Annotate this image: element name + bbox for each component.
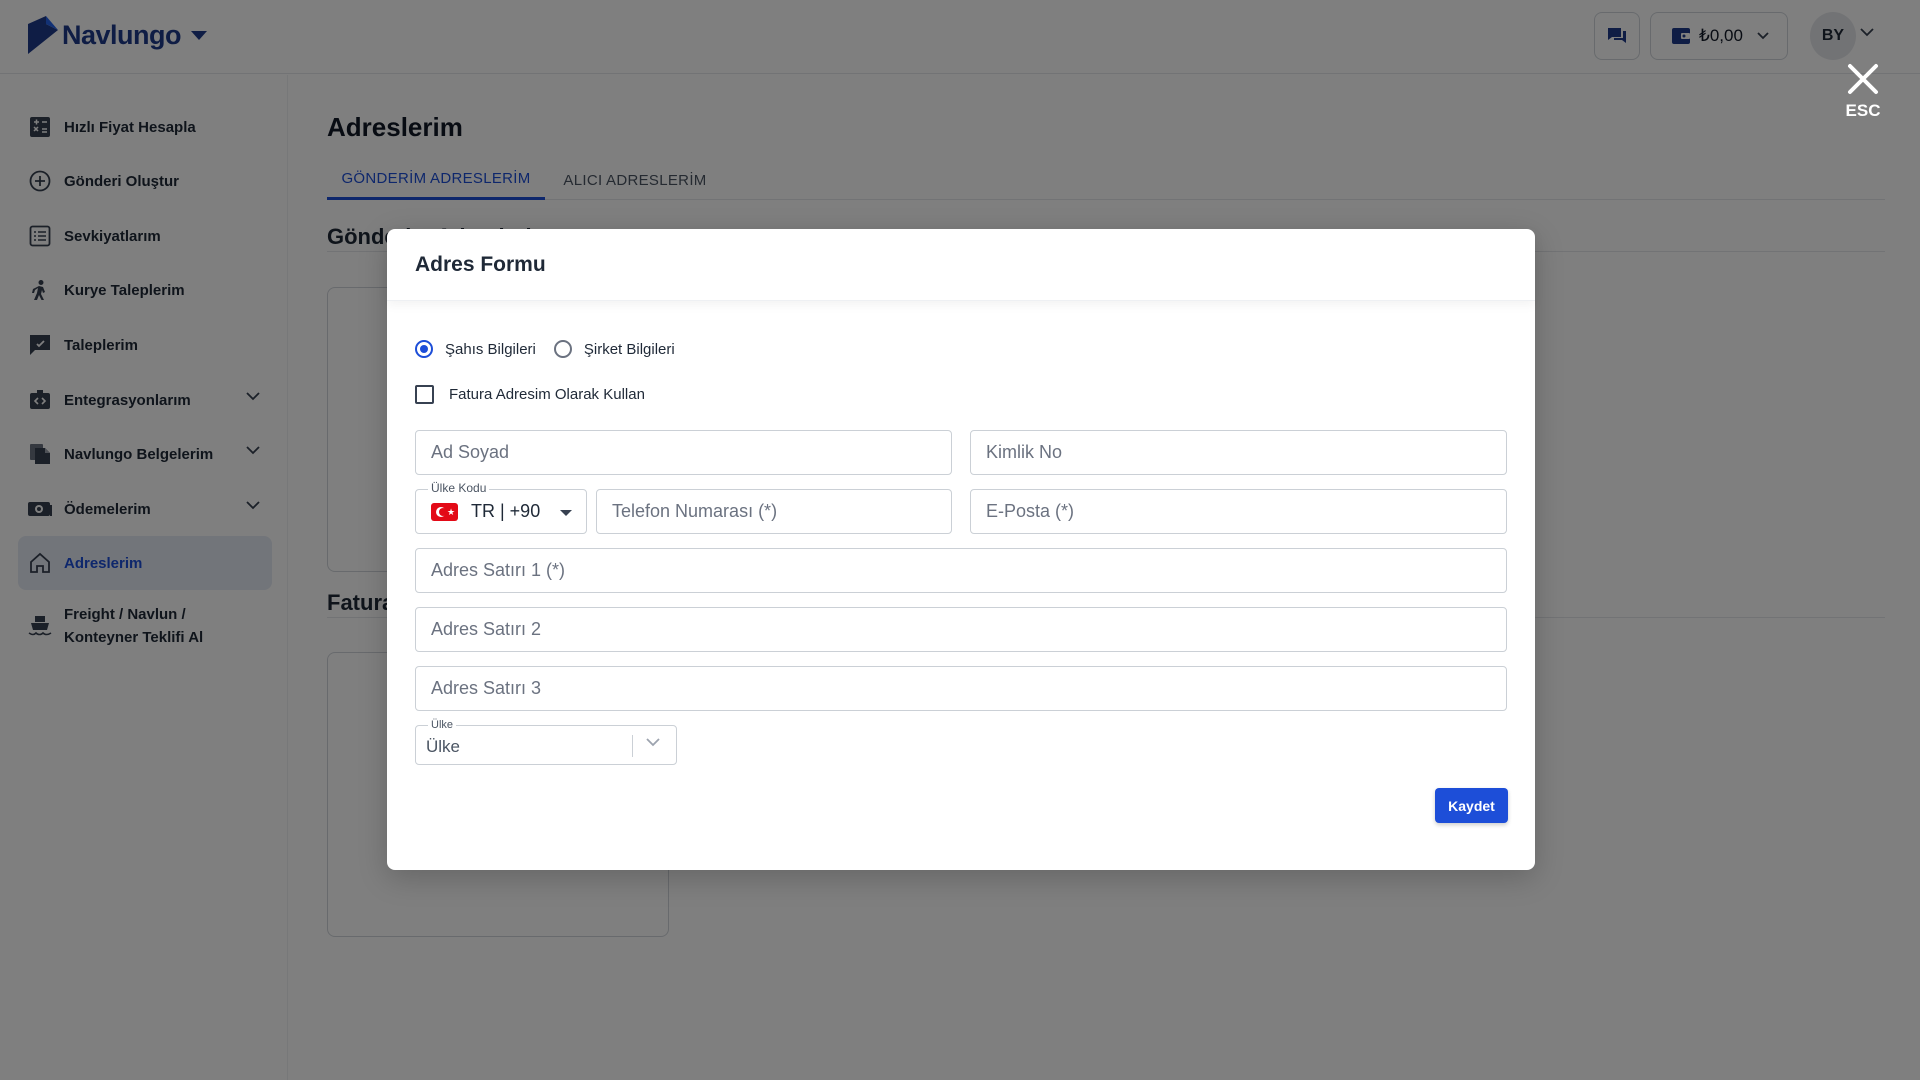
phone-input[interactable] bbox=[597, 490, 951, 533]
modal-title: Adres Formu bbox=[415, 252, 546, 276]
address-form-modal: Adres Formu Şahıs Bilgileri Şirket Bilgi… bbox=[387, 229, 1535, 870]
address-line-2-input[interactable] bbox=[416, 608, 1506, 651]
checkbox-label[interactable]: Fatura Adresim Olarak Kullan bbox=[449, 386, 645, 403]
radio-individual[interactable] bbox=[415, 340, 433, 358]
close-modal-button[interactable]: ESC bbox=[1842, 62, 1884, 121]
id-field-wrapper bbox=[970, 430, 1507, 475]
country-code-select[interactable]: Ülke Kodu ★ TR | +90 bbox=[415, 481, 587, 534]
address1-field-wrapper bbox=[415, 548, 1507, 593]
email-input[interactable] bbox=[971, 490, 1506, 533]
country-legend: Ülke bbox=[428, 718, 457, 732]
name-input[interactable] bbox=[416, 431, 951, 474]
select-separator bbox=[632, 735, 633, 757]
radio-company[interactable] bbox=[553, 340, 572, 358]
address3-field-wrapper bbox=[415, 666, 1507, 711]
country-code-legend: Ülke Kodu bbox=[428, 481, 490, 495]
phone-field-wrapper bbox=[596, 489, 952, 534]
address-line-1-input[interactable] bbox=[416, 549, 1506, 592]
billing-address-checkbox[interactable] bbox=[415, 385, 434, 404]
modal-header: Adres Formu bbox=[387, 229, 1535, 301]
email-field-wrapper bbox=[970, 489, 1507, 534]
country-select-value: Ülke bbox=[426, 737, 461, 756]
address-line-3-input[interactable] bbox=[416, 667, 1506, 710]
close-icon bbox=[1848, 64, 1878, 94]
billing-address-checkbox-row: Fatura Adresim Olarak Kullan bbox=[415, 385, 645, 404]
name-field-wrapper bbox=[415, 430, 952, 475]
address2-field-wrapper bbox=[415, 607, 1507, 652]
caret-down-icon bbox=[560, 510, 572, 516]
turkey-flag-icon: ★ bbox=[431, 502, 458, 521]
id-number-input[interactable] bbox=[971, 431, 1506, 474]
radio-label[interactable]: Şirket Bilgileri bbox=[584, 341, 675, 358]
country-select[interactable]: Ülke Ülke bbox=[415, 718, 677, 765]
country-code-value: TR | +90 bbox=[471, 501, 541, 521]
save-button[interactable]: Kaydet bbox=[1435, 788, 1508, 823]
radio-label[interactable]: Şahıs Bilgileri bbox=[445, 341, 536, 358]
person-type-radio-group: Şahıs Bilgileri Şirket Bilgileri bbox=[415, 340, 693, 358]
chevron-down-icon[interactable] bbox=[646, 738, 660, 747]
esc-label: ESC bbox=[1845, 101, 1881, 120]
